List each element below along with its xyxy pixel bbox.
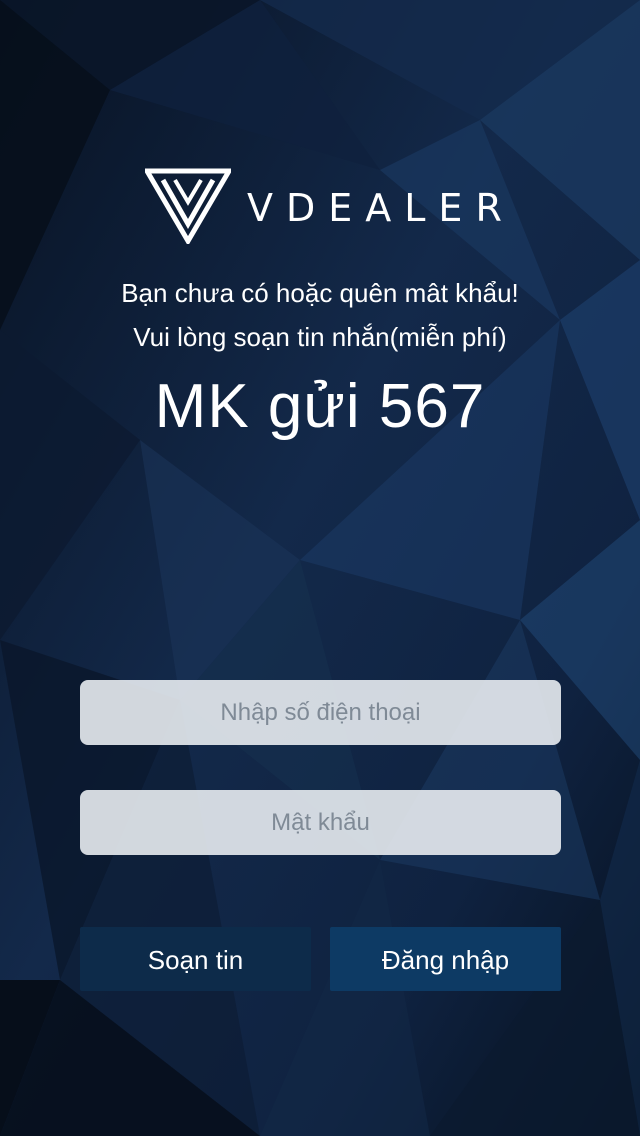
- info-text-line1: Bạn chưa có hoặc quên mât khẩu!: [121, 278, 519, 308]
- brand-logo: VDEALER: [145, 168, 515, 244]
- brand-name: VDEALER: [247, 186, 515, 230]
- info-text-line2: Vui lòng soạn tin nhắn(miễn phí): [133, 322, 507, 352]
- sms-code-text: MK gửi 567: [154, 372, 486, 441]
- vdealer-v-icon: [145, 168, 231, 244]
- password-input[interactable]: [80, 790, 561, 855]
- compose-sms-button[interactable]: Soạn tin: [80, 927, 311, 991]
- phone-input[interactable]: [80, 680, 561, 745]
- login-button[interactable]: Đăng nhập: [330, 927, 561, 991]
